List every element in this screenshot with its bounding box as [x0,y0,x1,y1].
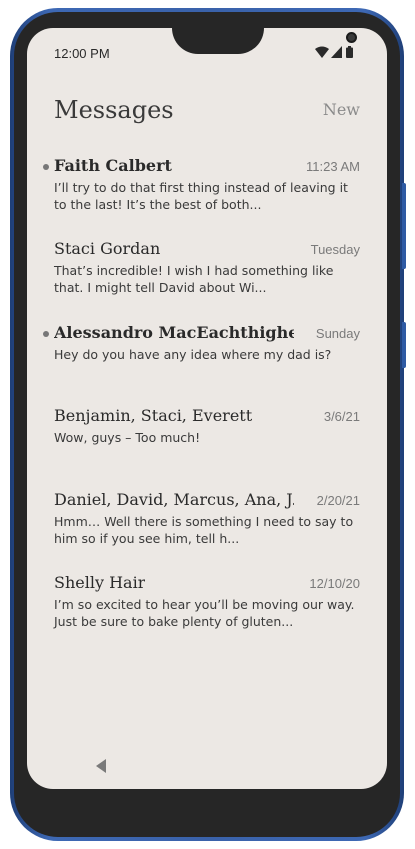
list-item[interactable]: Alessandro MacEachthighe... Sunday Hey d… [27,323,387,389]
list-item[interactable]: Shelly Hair 12/10/20 I’m so excited to h… [27,573,387,639]
message-time: 11:23 AM [306,159,360,174]
message-sender: Alessandro MacEachthighe... [54,323,294,342]
message-sender: Benjamin, Staci, Everett [54,406,253,425]
notch [172,28,357,54]
power-button [402,322,406,368]
message-preview: That’s incredible! I wish I had somethin… [54,263,334,295]
battery-icon [346,46,353,58]
unread-dot [43,164,49,170]
message-sender: Shelly Hair [54,573,146,592]
message-preview: I’m so excited to hear you’ll be moving … [54,597,355,629]
page-title: Messages [54,96,174,124]
message-preview: I’ll try to do that first thing instead … [54,180,348,212]
new-message-button[interactable]: New [323,100,360,119]
screen: 12:00 PM Messages New Faith Calbert 11:2… [27,28,387,789]
list-item[interactable]: Staci Gordan Tuesday That’s incredible! … [27,239,387,305]
message-sender: Daniel, David, Marcus, Ana, J... [54,490,294,509]
back-triangle-icon[interactable] [93,758,109,774]
message-preview: Wow, guys – Too much! [54,430,201,445]
front-camera [346,32,357,43]
list-item[interactable]: Faith Calbert 11:23 AM I’ll try to do th… [27,156,387,222]
volume-button [402,183,406,269]
message-time: 2/20/21 [316,493,360,508]
message-sender: Staci Gordan [54,239,161,258]
list-item[interactable]: Benjamin, Staci, Everett 3/6/21 Wow, guy… [27,406,387,472]
message-time: Tuesday [310,242,360,257]
message-sender: Faith Calbert [54,156,172,175]
unread-dot [43,331,49,337]
signal-icon [331,46,342,58]
list-item[interactable]: Daniel, David, Marcus, Ana, J... 2/20/21… [27,490,387,556]
message-preview: Hey do you have any idea where my dad is… [54,347,332,362]
status-time: 12:00 PM [54,46,110,61]
wifi-icon [315,46,329,58]
message-time: 3/6/21 [323,409,360,424]
message-time: Sunday [315,326,360,341]
message-preview: Hmm… Well there is something I need to s… [54,514,354,546]
message-time: 12/10/20 [309,576,360,591]
